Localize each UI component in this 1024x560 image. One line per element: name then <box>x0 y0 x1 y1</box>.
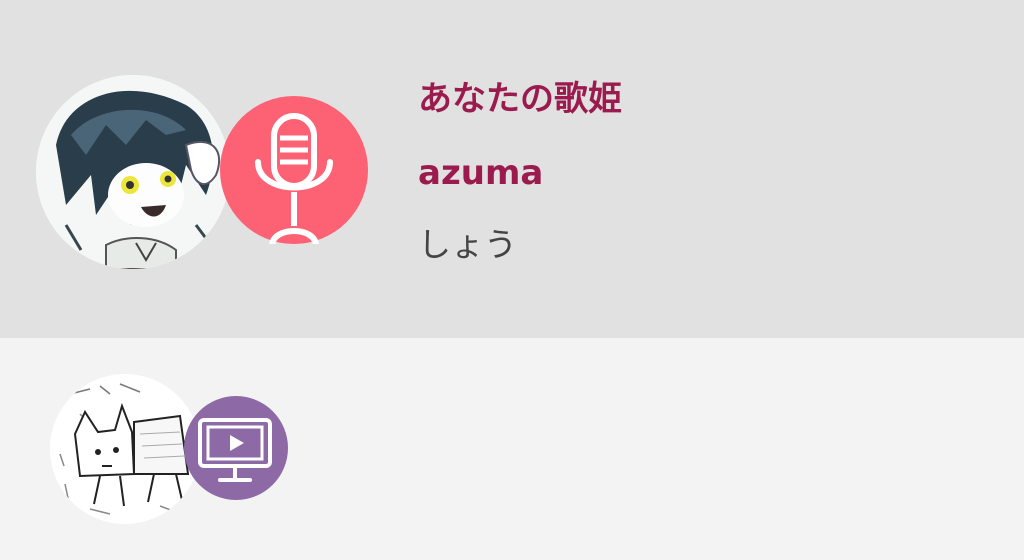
video-monitor-icon <box>198 418 272 482</box>
microphone-icon <box>255 113 333 244</box>
item-title[interactable]: あなたの歌姫 <box>418 76 622 122</box>
sketch-cat-avatar-image <box>50 374 200 524</box>
list-item[interactable] <box>0 338 1024 560</box>
content-list: あなたの歌姫 azuma しょう <box>0 0 1024 560</box>
anime-girl-avatar-image <box>36 75 230 269</box>
video-badge <box>184 396 288 500</box>
avatar[interactable] <box>50 374 200 524</box>
item-artist[interactable]: azuma <box>418 150 543 196</box>
item-subtitle: しょう <box>418 225 517 264</box>
avatar[interactable] <box>36 75 230 269</box>
microphone-badge <box>220 96 368 244</box>
list-item[interactable]: あなたの歌姫 azuma しょう <box>0 0 1024 338</box>
